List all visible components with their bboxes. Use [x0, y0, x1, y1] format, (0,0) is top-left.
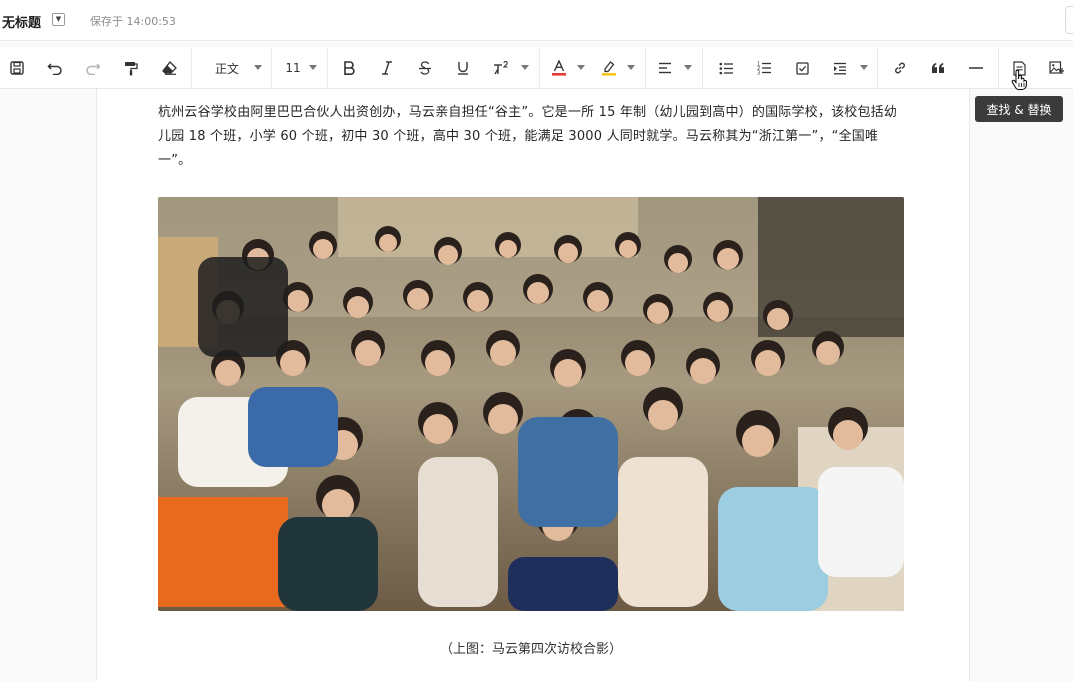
title-menu-dropdown[interactable]: ▼: [52, 13, 65, 26]
superscript-arrow-icon[interactable]: [521, 65, 529, 70]
redo-icon: [86, 63, 101, 75]
format-painter-icon: [125, 61, 138, 75]
divider-icon: [969, 67, 983, 69]
undo-button[interactable]: [42, 47, 68, 89]
caret-down-icon: ▼: [55, 15, 62, 23]
font-size-arrow-icon[interactable]: [309, 65, 317, 70]
font-size-select[interactable]: 11: [278, 47, 308, 89]
align-arrow-icon[interactable]: [684, 65, 692, 70]
toolbar-separator: [327, 48, 328, 88]
share-button[interactable]: [1065, 6, 1073, 34]
hand-cursor-icon: [1011, 69, 1027, 94]
quote-icon: [932, 63, 944, 73]
font-color-icon: [552, 60, 566, 76]
toolbar-separator: [271, 48, 272, 88]
title-bar: 无标题 ▼ 保存于 14:00:53: [0, 0, 1073, 41]
numbered-list-button[interactable]: 123: [751, 47, 777, 89]
format-painter-button[interactable]: [118, 47, 144, 89]
highlight-arrow-icon[interactable]: [627, 65, 635, 70]
document-title[interactable]: 无标题: [2, 12, 41, 31]
checklist-button[interactable]: [789, 47, 815, 89]
highlight-icon: [602, 61, 616, 76]
page-edge-right: [969, 89, 970, 681]
bold-button[interactable]: [336, 47, 362, 89]
checklist-icon: [795, 61, 809, 75]
toolbar-separator: [645, 48, 646, 88]
toolbar-separator: [539, 48, 540, 88]
body-paragraph[interactable]: 杭州云谷学校由阿里巴巴合伙人出资创办，马云亲自担任“谷主”。它是一所 15 年制…: [158, 101, 906, 173]
save-icon: [10, 61, 24, 75]
paragraph-style-select[interactable]: 正文: [208, 47, 246, 89]
link-icon: [895, 62, 905, 74]
bold-icon: [344, 61, 355, 75]
redo-button[interactable]: [80, 47, 106, 89]
italic-icon: [382, 61, 392, 75]
indent-icon: [834, 62, 846, 74]
align-icon: [659, 62, 671, 74]
underline-button[interactable]: [450, 47, 476, 89]
paragraph-style-arrow-icon[interactable]: [254, 65, 262, 70]
find-replace-tooltip: 查找 & 替换: [975, 96, 1063, 122]
underline-icon: [458, 62, 468, 75]
bullet-list-button[interactable]: [713, 47, 739, 89]
quote-button[interactable]: [925, 47, 951, 89]
highlight-button[interactable]: [596, 47, 622, 89]
font-size-value: 11: [285, 61, 301, 75]
toolbar-separator: [877, 48, 878, 88]
insert-image-icon: [1048, 61, 1064, 74]
save-button[interactable]: [4, 47, 30, 89]
indent-arrow-icon[interactable]: [860, 65, 868, 70]
editor-toolbar: 正文 11 123: [0, 47, 1073, 89]
toolbar-separator: [191, 48, 192, 88]
group-photo[interactable]: [158, 197, 904, 611]
align-button[interactable]: [652, 47, 678, 89]
photo-caption: （上图：马云第四次访校合影）: [439, 642, 622, 657]
strikethrough-icon: [419, 61, 431, 75]
clear-format-button[interactable]: [156, 47, 182, 89]
group-photo-illustration: [158, 197, 904, 611]
link-button[interactable]: [887, 47, 913, 89]
superscript-button[interactable]: [488, 47, 514, 89]
bullet-list-icon: [719, 62, 733, 74]
toolbar-separator: [702, 48, 703, 88]
font-color-button[interactable]: [546, 47, 572, 89]
paragraph-style-value: 正文: [214, 61, 239, 76]
numbered-list-icon: 123: [757, 62, 771, 76]
save-status: 保存于 14:00:53: [90, 15, 176, 28]
clear-format-icon: [161, 61, 177, 75]
undo-icon: [47, 63, 62, 75]
superscript-icon: [494, 61, 508, 75]
toolbar-separator: [998, 48, 999, 88]
strikethrough-button[interactable]: [412, 47, 438, 89]
indent-button[interactable]: [827, 47, 853, 89]
svg-text:3: 3: [757, 71, 760, 76]
insert-image-button[interactable]: [1043, 47, 1069, 89]
italic-button[interactable]: [374, 47, 400, 89]
font-color-arrow-icon[interactable]: [577, 65, 585, 70]
divider-button[interactable]: [963, 47, 989, 89]
